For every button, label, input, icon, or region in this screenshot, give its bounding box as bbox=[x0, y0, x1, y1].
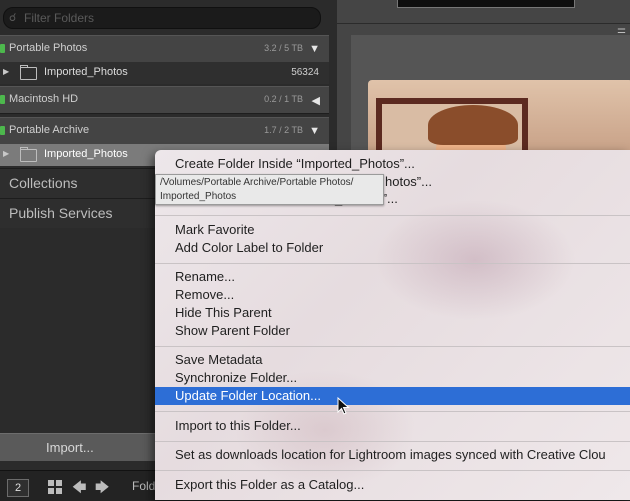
menu-item-label: Mark Favorite bbox=[175, 222, 255, 237]
volume-name: Portable Photos bbox=[9, 42, 88, 54]
mouse-pointer-icon bbox=[337, 397, 350, 415]
menu-separator bbox=[155, 441, 630, 442]
folder-path-tooltip: /Volumes/Portable Archive/Portable Photo… bbox=[155, 174, 384, 205]
volume-name: Macintosh HD bbox=[9, 93, 79, 105]
menu-item-create-folder[interactable]: Create Folder Inside “Imported_Photos”..… bbox=[155, 155, 630, 173]
disclosure-triangle-icon[interactable]: ▶ bbox=[3, 67, 9, 76]
menu-item-save-metadata[interactable]: Save Metadata bbox=[155, 351, 630, 369]
menu-item-update-folder-location[interactable]: Update Folder Location... bbox=[155, 387, 630, 405]
menu-item-hide-parent[interactable]: Hide This Parent bbox=[155, 304, 630, 322]
thumbnail-cell-top[interactable] bbox=[397, 0, 575, 8]
menu-item-rename[interactable]: Rename... bbox=[155, 268, 630, 286]
photo-cap-shape bbox=[428, 105, 518, 145]
menu-item-label: Hide This Parent bbox=[175, 305, 272, 320]
import-button[interactable]: Import... bbox=[0, 433, 160, 461]
volume-status-led bbox=[0, 126, 5, 135]
menu-separator bbox=[155, 263, 630, 264]
folder-name: Imported_Photos bbox=[44, 66, 128, 78]
menu-item-import-to-folder[interactable]: Import to this Folder... bbox=[155, 417, 630, 435]
menu-item-label: Update Folder Location... bbox=[175, 388, 321, 403]
publish-services-label: Publish Services bbox=[9, 205, 113, 221]
menu-item-remove[interactable]: Remove... bbox=[155, 286, 630, 304]
folder-icon bbox=[20, 147, 37, 162]
folder-name: Imported_Photos bbox=[44, 148, 128, 160]
disclosure-triangle-icon[interactable]: ▶ bbox=[3, 149, 9, 158]
folder-photo-count: 56324 bbox=[291, 67, 319, 78]
tooltip-line: /Volumes/Portable Archive/Portable Photo… bbox=[160, 177, 354, 188]
expand-triangle-icon[interactable]: ▼ bbox=[309, 43, 320, 55]
folder-icon bbox=[20, 65, 37, 80]
menu-separator bbox=[155, 346, 630, 347]
menu-item-label: hotos”... bbox=[385, 174, 432, 189]
volume-portable-archive[interactable]: Portable Archive 1.7 / 2 TB ▼ bbox=[0, 117, 329, 145]
menu-item-label: Add Color Label to Folder bbox=[175, 240, 324, 255]
collapse-triangle-icon[interactable]: ◀ bbox=[312, 94, 320, 107]
volume-status-led bbox=[0, 44, 5, 53]
menu-item-label: Import to this Folder... bbox=[175, 418, 301, 433]
grid-divider bbox=[337, 23, 630, 24]
menu-item-export-catalog[interactable]: Export this Folder as a Catalog... bbox=[155, 476, 630, 494]
volume-name: Portable Archive bbox=[9, 124, 90, 136]
filter-folders-placeholder: Filter Folders bbox=[24, 11, 95, 25]
menu-item-label: Synchronize Folder... bbox=[175, 370, 298, 385]
volume-portable-photos[interactable]: Portable Photos 3.2 / 5 TB ▼ bbox=[0, 35, 329, 63]
collections-label: Collections bbox=[9, 175, 78, 191]
import-button-label: Import... bbox=[46, 440, 94, 455]
menu-item-add-color-label[interactable]: Add Color Label to Folder bbox=[155, 239, 630, 257]
volume-macintosh-hd[interactable]: Macintosh HD 0.2 / 1 TB ◀ bbox=[0, 86, 329, 114]
grid-view-icon[interactable] bbox=[48, 480, 62, 494]
menu-separator bbox=[155, 470, 630, 471]
tooltip-line: Imported_Photos bbox=[160, 191, 237, 202]
volume-status-led bbox=[0, 95, 5, 104]
back-arrow-icon[interactable]: 🡄 bbox=[72, 477, 86, 501]
menu-separator bbox=[155, 411, 630, 412]
menu-item-mark-favorite[interactable]: Mark Favorite bbox=[155, 221, 630, 239]
menu-item-label: Save Metadata bbox=[175, 352, 263, 367]
volume-size: 3.2 / 5 TB bbox=[264, 43, 303, 53]
menu-item-label: Rename... bbox=[175, 269, 235, 284]
forward-arrow-icon[interactable]: 🡆 bbox=[95, 477, 109, 501]
search-icon: ☌ bbox=[9, 12, 17, 24]
menu-item-label: Create Folder Inside “Imported_Photos”..… bbox=[175, 156, 415, 171]
menu-item-label: Show Parent Folder bbox=[175, 323, 290, 338]
volume-size: 0.2 / 1 TB bbox=[264, 94, 303, 104]
menu-item-synchronize-folder[interactable]: Synchronize Folder... bbox=[155, 369, 630, 387]
menu-item-label: Export this Folder as a Catalog... bbox=[175, 477, 365, 492]
menu-item-show-parent[interactable]: Show Parent Folder bbox=[155, 322, 630, 340]
menu-item-set-downloads-location[interactable]: Set as downloads location for Lightroom … bbox=[155, 446, 630, 464]
secondary-window-button[interactable]: 2 bbox=[7, 479, 29, 497]
volume-size: 1.7 / 2 TB bbox=[264, 125, 303, 135]
menu-separator bbox=[155, 215, 630, 216]
menu-item-label: Set as downloads location for Lightroom … bbox=[175, 447, 606, 462]
filter-folders-field[interactable]: ☌ Filter Folders bbox=[3, 7, 321, 29]
menu-item-label: Remove... bbox=[175, 287, 235, 302]
folder-row-imported-photos[interactable]: ▶ Imported_Photos 56324 bbox=[0, 62, 329, 84]
expand-triangle-icon[interactable]: ▼ bbox=[309, 125, 320, 137]
